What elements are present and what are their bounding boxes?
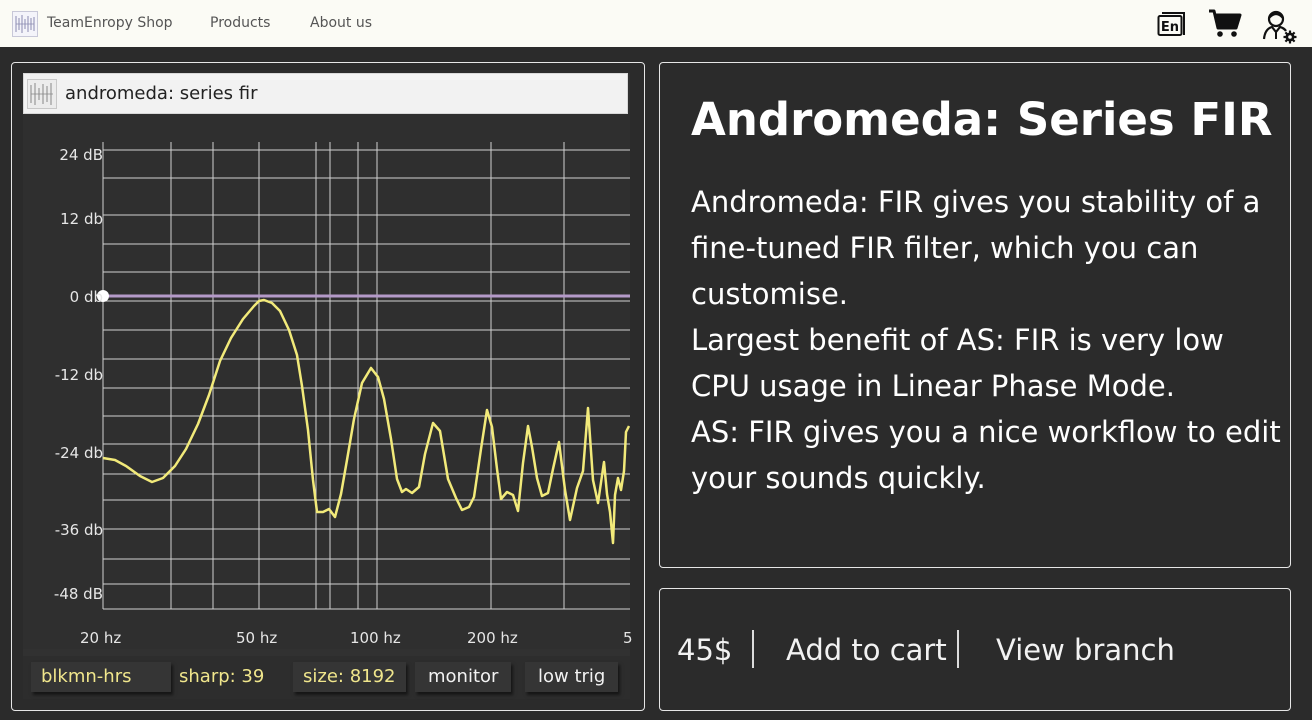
plugin-title: andromeda: series fir — [65, 83, 258, 104]
purchase-panel: 45$ Add to cart View branch — [659, 588, 1291, 711]
plugin-title-bar: andromeda: series fir — [23, 73, 628, 114]
brand-link[interactable]: TeamEnropy Shop — [47, 15, 173, 31]
language-code: En — [1161, 20, 1179, 35]
y-axis-label: -12 db — [54, 366, 103, 384]
x-axis-label: 5 — [623, 629, 633, 647]
y-axis-label: -24 db — [54, 444, 103, 462]
frequency-response-graph: 24 dB 12 db 0 db -12 db -24 db -36 db -4… — [23, 114, 630, 649]
divider — [957, 630, 959, 668]
cart-icon[interactable] — [1208, 8, 1242, 42]
product-info-panel: Andromeda: Series FIR Andromeda: FIR giv… — [659, 62, 1291, 568]
x-axis-label: 20 hz — [80, 629, 122, 647]
fir-size-value[interactable]: size: 8192 — [293, 662, 406, 692]
description-paragraph: AS: FIR gives you a nice workflow to edi… — [691, 415, 1281, 495]
product-title: Andromeda: Series FIR — [691, 93, 1273, 146]
plugin-preview-panel: andromeda: series fir 24 dB 12 db 0 db -… — [11, 62, 645, 711]
divider — [752, 630, 754, 668]
user-settings-icon[interactable] — [1262, 8, 1298, 48]
add-to-cart-button[interactable]: Add to cart — [786, 633, 947, 667]
price-label: 45$ — [677, 633, 733, 667]
description-paragraph: Andromeda: FIR gives you stability of a … — [691, 185, 1261, 311]
low-trig-button[interactable]: low trig — [525, 662, 619, 692]
filter-response-curve — [102, 298, 630, 545]
nav-about-link[interactable]: About us — [310, 15, 372, 31]
preset-name[interactable]: blkmn-hrs — [31, 662, 172, 692]
plugin-thumbnail-icon — [27, 79, 57, 109]
y-axis-label: -36 db — [54, 521, 103, 539]
y-axis-label: 24 dB — [59, 146, 103, 164]
view-branch-button[interactable]: View branch — [996, 633, 1175, 667]
y-axis-label: 12 db — [60, 210, 103, 228]
x-axis-label: 100 hz — [350, 629, 401, 647]
y-axis-label: 0 db — [69, 288, 103, 306]
shop-logo[interactable] — [12, 11, 38, 37]
y-axis-label: -48 dB — [53, 585, 103, 603]
plugin-status-bar: blkmn-hrs sharp: 39 size: 8192 monitor l… — [23, 656, 630, 699]
product-description: Andromeda: FIR gives you stability of a … — [691, 179, 1281, 501]
x-axis-label: 50 hz — [236, 629, 278, 647]
x-axis-label: 200 hz — [467, 629, 518, 647]
top-navigation-bar: TeamEnropy Shop Products About us En — [0, 0, 1312, 47]
language-icon[interactable]: En — [1157, 10, 1187, 42]
plugin-window: andromeda: series fir 24 dB 12 db 0 db -… — [23, 73, 633, 699]
nav-products-link[interactable]: Products — [210, 15, 270, 31]
monitor-button[interactable]: monitor — [415, 662, 512, 692]
description-paragraph: Largest benefit of AS: FIR is very low C… — [691, 323, 1224, 403]
sharpness-value[interactable]: sharp: 39 — [169, 662, 274, 692]
